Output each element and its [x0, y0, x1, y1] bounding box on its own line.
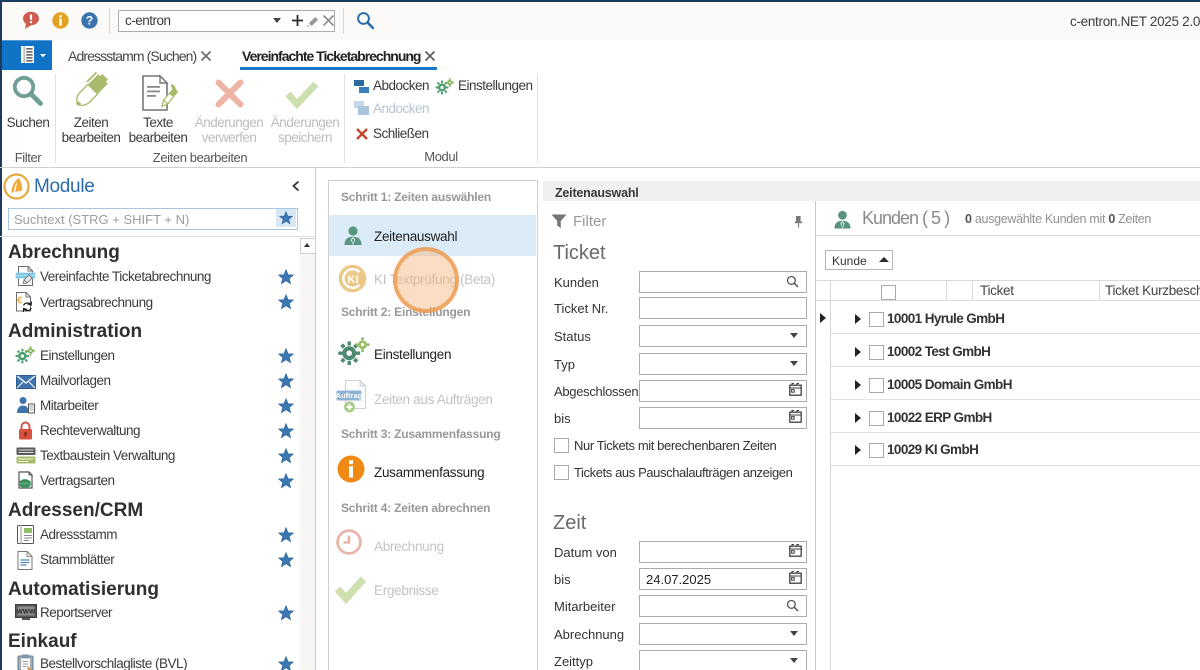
- svg-text:KI: KI: [348, 274, 359, 286]
- svg-text:?: ?: [86, 14, 93, 28]
- svg-text:WWW: WWW: [17, 609, 36, 616]
- svg-text:€: €: [17, 296, 23, 307]
- svg-text:Auftrag: Auftrag: [336, 391, 363, 400]
